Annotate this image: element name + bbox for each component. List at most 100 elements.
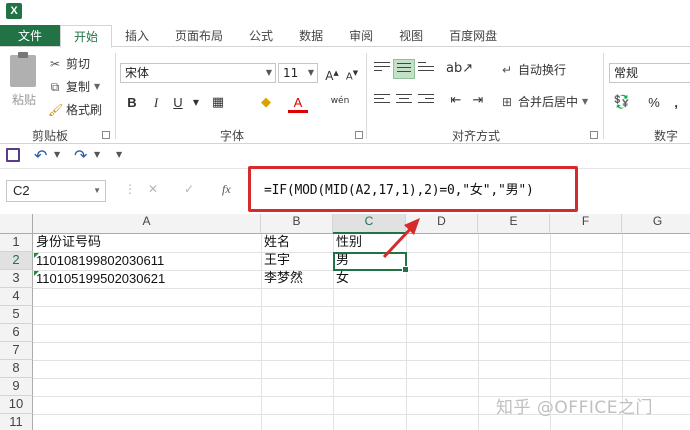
- chevron-down-icon[interactable]: ▼: [582, 93, 588, 111]
- copy-button[interactable]: ⧉ 复制 ▼: [48, 78, 100, 96]
- cell-a2[interactable]: 110108199802030611: [33, 252, 261, 270]
- font-name-select[interactable]: 宋体 ▼: [120, 63, 276, 83]
- cell-c3[interactable]: 女: [333, 270, 406, 288]
- row-header-6[interactable]: 6: [0, 324, 33, 342]
- tab-insert[interactable]: 插入: [112, 25, 162, 47]
- brush-icon: 🖌: [48, 103, 64, 117]
- bold-button[interactable]: B: [122, 93, 142, 113]
- tab-file[interactable]: 文件: [0, 25, 60, 47]
- undo-icon[interactable]: ↶: [34, 146, 47, 165]
- row-header-9[interactable]: 9: [0, 378, 33, 396]
- copy-icon: ⧉: [50, 80, 60, 94]
- scissors-icon: ✂: [49, 57, 61, 71]
- cut-label: 剪切: [66, 57, 91, 71]
- cancel-icon[interactable]: ✕: [148, 182, 158, 196]
- number-group-label: 数字: [654, 129, 679, 143]
- column-header-g[interactable]: G: [622, 214, 690, 234]
- row-header-4[interactable]: 4: [0, 288, 33, 306]
- merge-center-button[interactable]: ⊞ 合并后居中 ▼: [500, 93, 588, 111]
- error-indicator-icon[interactable]: [34, 271, 39, 276]
- error-indicator-icon[interactable]: [34, 253, 39, 258]
- gridline: [33, 324, 690, 325]
- align-center-icon[interactable]: [393, 91, 415, 111]
- chevron-down-icon[interactable]: ▼: [94, 150, 100, 159]
- middle-align-icon[interactable]: [393, 59, 415, 79]
- row-header-5[interactable]: 5: [0, 306, 33, 324]
- select-all-corner[interactable]: [0, 214, 33, 234]
- alignment-group-label: 对齐方式: [452, 129, 501, 143]
- decrease-indent-icon[interactable]: ⇤: [446, 91, 466, 111]
- number-format-select[interactable]: 常规: [609, 63, 690, 83]
- cell-a1[interactable]: 身份证号码: [33, 234, 261, 252]
- wrap-text-icon: ↵: [501, 63, 513, 77]
- phonetic-button[interactable]: wén: [330, 91, 350, 111]
- bottom-align-icon[interactable]: [415, 59, 437, 79]
- font-launcher-icon[interactable]: [355, 131, 363, 139]
- clipboard-group-label: 剪贴板: [32, 129, 69, 143]
- alignment-launcher-icon[interactable]: [590, 131, 598, 139]
- cell-a3[interactable]: 110105199502030621: [33, 270, 261, 288]
- tab-formulas[interactable]: 公式: [236, 25, 286, 47]
- percent-button[interactable]: %: [644, 93, 664, 113]
- tab-review[interactable]: 审阅: [336, 25, 386, 47]
- row-header-2[interactable]: 2: [0, 252, 33, 270]
- redo-icon[interactable]: ↷: [74, 146, 87, 165]
- wrap-text-button[interactable]: ↵ 自动换行: [500, 61, 566, 79]
- tab-view[interactable]: 视图: [386, 25, 436, 47]
- align-right-icon[interactable]: [415, 91, 437, 111]
- column-header-a[interactable]: A: [33, 214, 261, 234]
- fill-color-icon[interactable]: ◆: [256, 93, 276, 113]
- enter-icon[interactable]: ✓: [184, 182, 194, 196]
- save-icon[interactable]: [6, 148, 20, 162]
- formula-controls: ✕ ✓ fx: [140, 180, 250, 202]
- column-header-e[interactable]: E: [478, 214, 550, 234]
- cell-b1[interactable]: 姓名: [261, 234, 333, 252]
- tab-home[interactable]: 开始: [60, 25, 113, 48]
- paste-button-label[interactable]: 粘贴: [12, 91, 36, 108]
- currency-icon[interactable]: 💱: [612, 93, 632, 113]
- increase-indent-icon[interactable]: ⇥: [468, 91, 488, 111]
- cell-b2[interactable]: 王宇: [261, 252, 333, 270]
- ribbon-tabs: 文件 开始 插入 页面布局 公式 数据 审阅 视图 百度网盘: [0, 25, 510, 48]
- grow-font-button[interactable]: A▲: [322, 63, 342, 83]
- row-header-3[interactable]: 3: [0, 270, 33, 288]
- drag-handle-icon[interactable]: ⋮: [124, 182, 136, 196]
- row-header-11[interactable]: 11: [0, 414, 33, 430]
- chevron-down-icon[interactable]: ▼: [186, 93, 206, 113]
- font-group-label: 字体: [220, 129, 245, 143]
- row-header-1[interactable]: 1: [0, 234, 33, 252]
- font-size-select[interactable]: 11 ▼: [278, 63, 318, 83]
- row-header-10[interactable]: 10: [0, 396, 33, 414]
- name-box[interactable]: C2 ▼: [6, 180, 106, 202]
- font-color-icon[interactable]: A: [288, 93, 308, 113]
- paste-icon[interactable]: [10, 52, 36, 87]
- chevron-down-icon[interactable]: ▼: [94, 78, 100, 96]
- row-header-8[interactable]: 8: [0, 360, 33, 378]
- chevron-down-icon[interactable]: ▼: [54, 150, 60, 159]
- cell-b3[interactable]: 李梦然: [261, 270, 333, 288]
- tab-data[interactable]: 数据: [286, 25, 336, 47]
- column-header-b[interactable]: B: [261, 214, 333, 234]
- excel-app-icon: X: [6, 3, 22, 19]
- italic-button[interactable]: I: [146, 93, 166, 113]
- clipboard-launcher-icon[interactable]: [102, 131, 110, 139]
- borders-icon[interactable]: ▦: [208, 93, 228, 113]
- divider: [366, 53, 367, 139]
- orientation-icon[interactable]: ab↗: [446, 59, 473, 79]
- gridline: [33, 342, 690, 343]
- shrink-font-button[interactable]: A▼: [342, 63, 362, 83]
- comma-style-button[interactable]: ,: [666, 93, 686, 113]
- underline-button[interactable]: U: [168, 93, 188, 113]
- top-align-icon[interactable]: [371, 59, 393, 79]
- ribbon: 粘贴 ✂ 剪切 ⧉ 复制 ▼ 🖌 格式刷 剪贴板 宋体 ▼ 11 ▼ A▲ A▼…: [0, 46, 690, 144]
- customize-toolbar-icon[interactable]: ▼: [116, 150, 122, 159]
- tab-baidu-netdisk[interactable]: 百度网盘: [436, 25, 510, 47]
- tab-page-layout[interactable]: 页面布局: [162, 25, 236, 47]
- column-header-f[interactable]: F: [550, 214, 622, 234]
- align-left-icon[interactable]: [371, 91, 393, 111]
- gridline: [33, 378, 690, 379]
- format-painter-button[interactable]: 🖌 格式刷: [48, 101, 102, 119]
- row-header-7[interactable]: 7: [0, 342, 33, 360]
- cut-button[interactable]: ✂ 剪切: [48, 55, 90, 73]
- insert-function-icon[interactable]: fx: [222, 182, 231, 197]
